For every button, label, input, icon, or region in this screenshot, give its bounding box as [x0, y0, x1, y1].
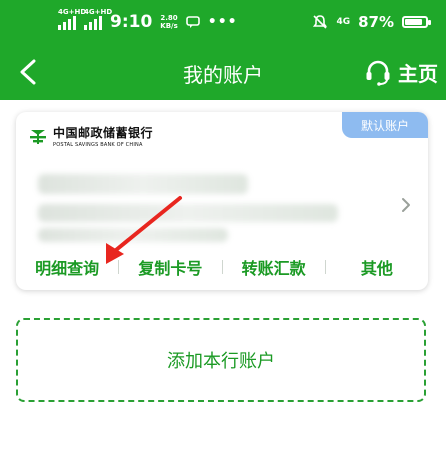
add-account-button[interactable]: 添加本行账户	[16, 318, 426, 402]
default-account-badge: 默认账户	[342, 112, 428, 138]
card-actions: 明细查询 复制卡号 转账汇款 其他	[16, 254, 428, 280]
network-type: 4G	[336, 16, 351, 27]
headset-icon	[366, 60, 390, 86]
battery-percent: 87%	[358, 13, 394, 31]
status-left: 4G+HD 4G+HD 9:10 2.80 KB/s •••	[58, 8, 238, 32]
status-time: 9:10	[110, 12, 153, 32]
masked-account-balance	[38, 228, 228, 242]
detail-query-button[interactable]: 明细查询	[16, 255, 118, 279]
bank-logo: 中国邮政储蓄银行 POSTAL SAVINGS BANK OF CHINA	[28, 124, 153, 148]
sim1-tag: 4G+HD	[58, 8, 87, 16]
masked-account-number	[38, 174, 248, 194]
status-bar: 4G+HD 4G+HD 9:10 2.80 KB/s ••• 4G 87%	[0, 0, 446, 44]
transfer-button[interactable]: 转账汇款	[223, 255, 325, 279]
psbc-logo-icon	[30, 130, 46, 144]
more-notifications-icon: •••	[207, 14, 238, 30]
add-account-label: 添加本行账户	[167, 351, 275, 372]
account-card[interactable]: 中国邮政储蓄银行 POSTAL SAVINGS BANK OF CHINA 默认…	[16, 112, 428, 290]
sim2-tag: 4G+HD	[84, 8, 113, 16]
home-label: 主页	[398, 61, 438, 86]
message-icon	[185, 16, 200, 28]
net-speed: 2.80 KB/s	[160, 14, 177, 30]
signal-icon: 4G+HD	[58, 8, 86, 30]
copy-card-number-button[interactable]: 复制卡号	[119, 255, 221, 279]
title-bar: 我的账户 主页	[0, 44, 446, 100]
net-speed-value: 2.80	[160, 14, 178, 22]
bank-name-en: POSTAL SAVINGS BANK OF CHINA	[53, 142, 143, 148]
signal-icon-2: 4G+HD	[84, 8, 112, 30]
chevron-right-icon[interactable]	[400, 196, 412, 214]
battery-icon	[402, 16, 431, 28]
status-right: 4G 87%	[312, 12, 431, 32]
home-button[interactable]: 主页	[364, 54, 438, 90]
masked-account-info	[38, 204, 338, 222]
net-speed-unit: KB/s	[160, 22, 178, 30]
mute-icon	[313, 15, 328, 29]
bank-name-cn: 中国邮政储蓄银行	[53, 126, 154, 140]
bank-names: 中国邮政储蓄银行 POSTAL SAVINGS BANK OF CHINA	[53, 124, 153, 148]
other-button[interactable]: 其他	[326, 255, 428, 279]
